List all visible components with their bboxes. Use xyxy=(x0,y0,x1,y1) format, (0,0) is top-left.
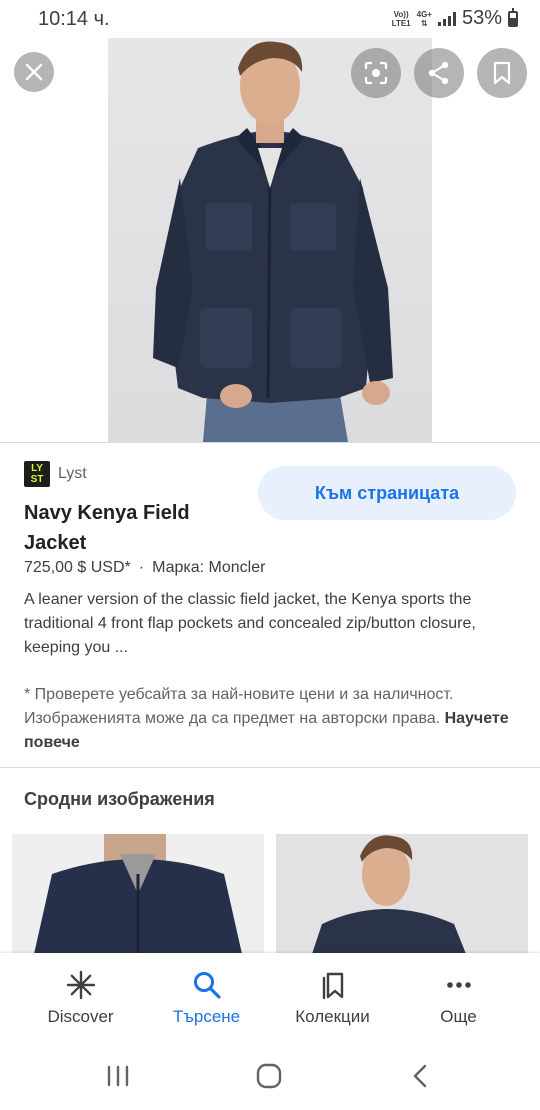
status-time: 10:14 ч. xyxy=(38,8,110,30)
share-button[interactable] xyxy=(414,48,464,98)
bookmark-icon xyxy=(493,61,511,85)
product-title: Navy Kenya Field Jacket xyxy=(24,502,190,554)
status-bar: 10:14 ч. Vo)) LTE1 4G+ ⇅ 53% xyxy=(0,0,540,38)
recent-apps-button[interactable] xyxy=(98,1061,138,1091)
source-name: Lyst xyxy=(58,465,87,482)
product-description: A leaner version of the classic field ja… xyxy=(24,591,476,656)
battery-icon xyxy=(508,7,518,27)
discover-icon xyxy=(65,969,97,1001)
status-icons: Vo)) LTE1 4G+ ⇅ 53% xyxy=(392,7,518,30)
price-brand-line: 725,00 $ USD* · Марка: Moncler xyxy=(24,559,265,577)
related-image-2[interactable] xyxy=(276,834,528,954)
signal-icon xyxy=(437,11,456,26)
back-icon xyxy=(413,1064,427,1088)
related-images-heading: Сродни изображения xyxy=(24,789,215,809)
lens-icon xyxy=(364,61,388,85)
close-button[interactable] xyxy=(14,52,54,92)
home-icon xyxy=(256,1063,282,1089)
recent-apps-icon xyxy=(107,1065,129,1087)
nav-discover[interactable]: Discover xyxy=(13,953,148,1043)
related-jacket-thumbnail xyxy=(34,834,242,954)
lens-button[interactable] xyxy=(351,48,401,98)
separator: · xyxy=(138,559,145,576)
bookmark-button[interactable] xyxy=(477,48,527,98)
collections-icon xyxy=(317,969,349,1001)
disclaimer-note: * Проверете уебсайта за най-новите цени … xyxy=(24,683,520,755)
share-icon xyxy=(428,61,449,85)
close-icon xyxy=(25,63,43,81)
jacket-model-illustration xyxy=(153,41,393,442)
system-navigation-bar xyxy=(0,1043,540,1110)
product-image[interactable] xyxy=(108,38,432,442)
more-icon xyxy=(443,969,475,1001)
nav-more[interactable]: Още xyxy=(391,953,526,1043)
nav-search[interactable]: Търсене xyxy=(139,953,274,1043)
brand: Марка: Moncler xyxy=(152,559,266,576)
nav-collections[interactable]: Колекции xyxy=(265,953,400,1043)
price: 725,00 $ USD* xyxy=(24,559,131,576)
battery-percentage: 53% xyxy=(461,7,502,29)
disclaimer-text: * Проверете уебсайта за най-новите цени … xyxy=(24,686,454,727)
related-image-1[interactable] xyxy=(12,834,264,954)
visit-page-button[interactable]: Към страницата xyxy=(258,466,516,520)
bottom-navigation: Discover Търсене Колекции Още xyxy=(0,953,540,1043)
search-icon xyxy=(191,969,223,1001)
lyst-logo: LY ST xyxy=(24,461,50,487)
related-model-thumbnail xyxy=(312,835,466,954)
divider xyxy=(0,767,540,768)
back-button[interactable] xyxy=(400,1061,440,1091)
network-type-indicator: 4G+ ⇅ xyxy=(416,9,432,28)
source-site[interactable]: LY ST Lyst xyxy=(24,461,87,487)
divider xyxy=(0,442,540,443)
hero-image-area xyxy=(0,38,540,442)
volte-indicator: Vo)) LTE1 xyxy=(391,9,411,28)
home-button[interactable] xyxy=(249,1061,289,1091)
